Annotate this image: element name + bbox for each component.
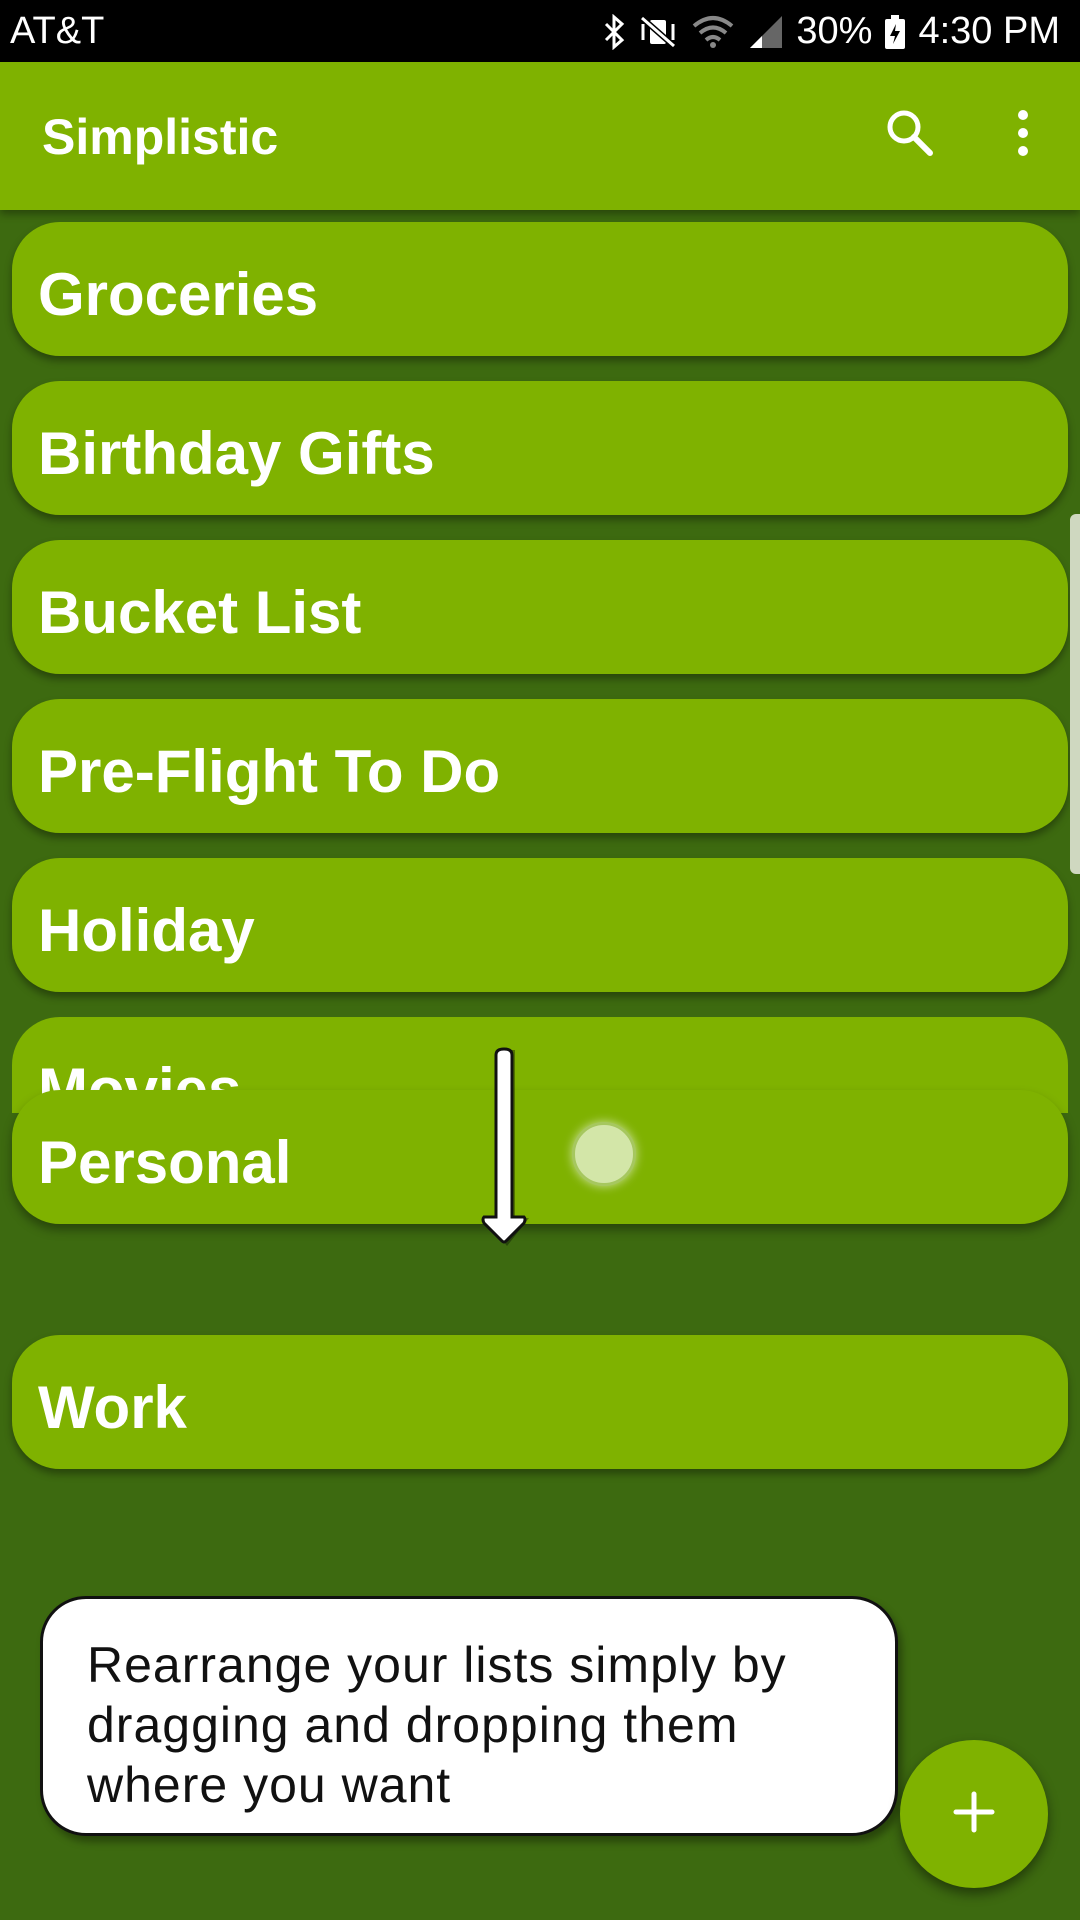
- app-title: Simplistic: [42, 109, 279, 165]
- app-bar: Simplistic: [0, 62, 1080, 210]
- search-button[interactable]: [875, 100, 945, 170]
- tutorial-tip: Rearrange your lists simply by dragging …: [40, 1596, 898, 1836]
- list-item-label: Work: [38, 1374, 187, 1441]
- scrollbar[interactable]: [1070, 514, 1080, 874]
- signal-icon: [748, 14, 784, 50]
- list-item-label: Pre-Flight To Do: [38, 738, 501, 805]
- list-item-label: Bucket List: [38, 579, 362, 646]
- clock: 4:30 PM: [918, 10, 1060, 52]
- wifi-icon: [690, 14, 736, 50]
- more-vert-icon: [1015, 109, 1031, 162]
- list-item-pre-flight-to-do[interactable]: Pre-Flight To Do: [12, 699, 1068, 833]
- bluetooth-icon: [602, 13, 626, 50]
- list-item-bucket-list[interactable]: Bucket List: [12, 540, 1068, 674]
- search-icon: [884, 107, 936, 164]
- list-item-work[interactable]: Work: [12, 1335, 1068, 1469]
- battery-charging-icon: [884, 14, 906, 50]
- carrier-label: AT&T: [10, 10, 105, 52]
- tip-text: Rearrange your lists simply by dragging …: [87, 1637, 787, 1813]
- status-icons: 30% 4:30 PM: [602, 10, 1060, 53]
- list-item-label: Groceries: [38, 261, 319, 328]
- status-bar: AT&T 30% 4:30 PM: [0, 0, 1080, 62]
- touch-indicator: [572, 1122, 636, 1186]
- list-item-birthday-gifts[interactable]: Birthday Gifts: [12, 381, 1068, 515]
- battery-percent: 30%: [796, 10, 873, 52]
- list-item-holiday[interactable]: Holiday: [12, 858, 1068, 992]
- list-item-label: Holiday: [38, 897, 255, 964]
- vibrate-mute-icon: [638, 14, 678, 50]
- list-item-label: Personal: [38, 1129, 292, 1196]
- drag-down-arrow-icon: [470, 1045, 542, 1280]
- list-item-groceries[interactable]: Groceries: [12, 222, 1068, 356]
- list-item-label: Birthday Gifts: [38, 420, 435, 487]
- add-list-button[interactable]: [900, 1740, 1048, 1888]
- plus-icon: [952, 1790, 996, 1839]
- more-options-button[interactable]: [988, 100, 1058, 170]
